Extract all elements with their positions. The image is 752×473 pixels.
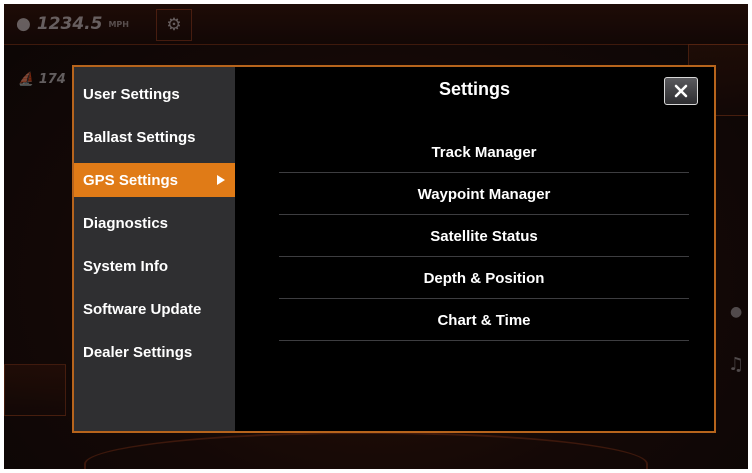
- gear-icon: ⚙: [166, 15, 182, 35]
- sidebar-item-label: Ballast Settings: [83, 128, 196, 146]
- light-icon: ●: [730, 304, 743, 320]
- sidebar-item-label: Software Update: [83, 300, 202, 318]
- background-secondary-value: 174: [38, 72, 66, 87]
- menu-item-track-manager[interactable]: Track Manager: [279, 131, 689, 173]
- sidebar-item-dealer-settings[interactable]: Dealer Settings: [74, 335, 235, 369]
- boat-icon: ⛵: [18, 72, 35, 87]
- background-gear-button: ⚙: [156, 9, 192, 41]
- background-readout-value: 1234.5: [36, 14, 103, 34]
- speed-icon: ●: [16, 14, 31, 34]
- sidebar-item-gps-settings[interactable]: GPS Settings: [74, 163, 235, 197]
- background-secondary-readout: ⛵ 174: [18, 72, 66, 87]
- settings-dialog: User Settings Ballast Settings GPS Setti…: [72, 65, 716, 433]
- menu-item-chart-time[interactable]: Chart & Time: [279, 299, 689, 341]
- background-readout-unit: MPH: [108, 19, 129, 29]
- sidebar-item-software-update[interactable]: Software Update: [74, 292, 235, 326]
- chevron-right-icon: [217, 175, 225, 185]
- sidebar-item-user-settings[interactable]: User Settings: [74, 77, 235, 111]
- sidebar-item-label: User Settings: [83, 85, 180, 103]
- screen: ● 1234.5 MPH ⚙ ⛵ 174 ♫ ● User Settings B…: [4, 4, 748, 469]
- music-icon: ♫: [728, 354, 745, 375]
- menu-item-label: Waypoint Manager: [417, 186, 551, 203]
- menu-item-depth-position[interactable]: Depth & Position: [279, 257, 689, 299]
- sidebar-item-label: Diagnostics: [83, 214, 169, 232]
- menu-item-label: Depth & Position: [423, 270, 545, 287]
- menu-item-waypoint-manager[interactable]: Waypoint Manager: [279, 173, 689, 215]
- sidebar-item-label: GPS Settings: [83, 171, 179, 189]
- background-speed-readout: ● 1234.5 MPH: [16, 14, 129, 34]
- close-button[interactable]: [664, 77, 698, 105]
- background-panel-left: [4, 364, 66, 416]
- sidebar-item-ballast-settings[interactable]: Ballast Settings: [74, 120, 235, 154]
- sidebar-item-system-info[interactable]: System Info: [74, 249, 235, 283]
- page-title: Settings: [438, 79, 510, 99]
- gps-settings-menu: Track Manager Waypoint Manager Satellite…: [279, 131, 689, 341]
- close-icon: [674, 84, 688, 98]
- menu-item-satellite-status[interactable]: Satellite Status: [279, 215, 689, 257]
- background-bottom-arc: [84, 432, 648, 469]
- menu-item-label: Satellite Status: [430, 228, 538, 245]
- settings-content: Settings Track Manager Waypoint Manager …: [235, 67, 714, 431]
- sidebar-item-diagnostics[interactable]: Diagnostics: [74, 206, 235, 240]
- sidebar-item-label: System Info: [83, 257, 169, 275]
- menu-item-label: Chart & Time: [437, 312, 531, 329]
- settings-sidebar: User Settings Ballast Settings GPS Setti…: [74, 67, 235, 431]
- menu-item-label: Track Manager: [431, 144, 537, 161]
- sidebar-item-label: Dealer Settings: [83, 343, 193, 361]
